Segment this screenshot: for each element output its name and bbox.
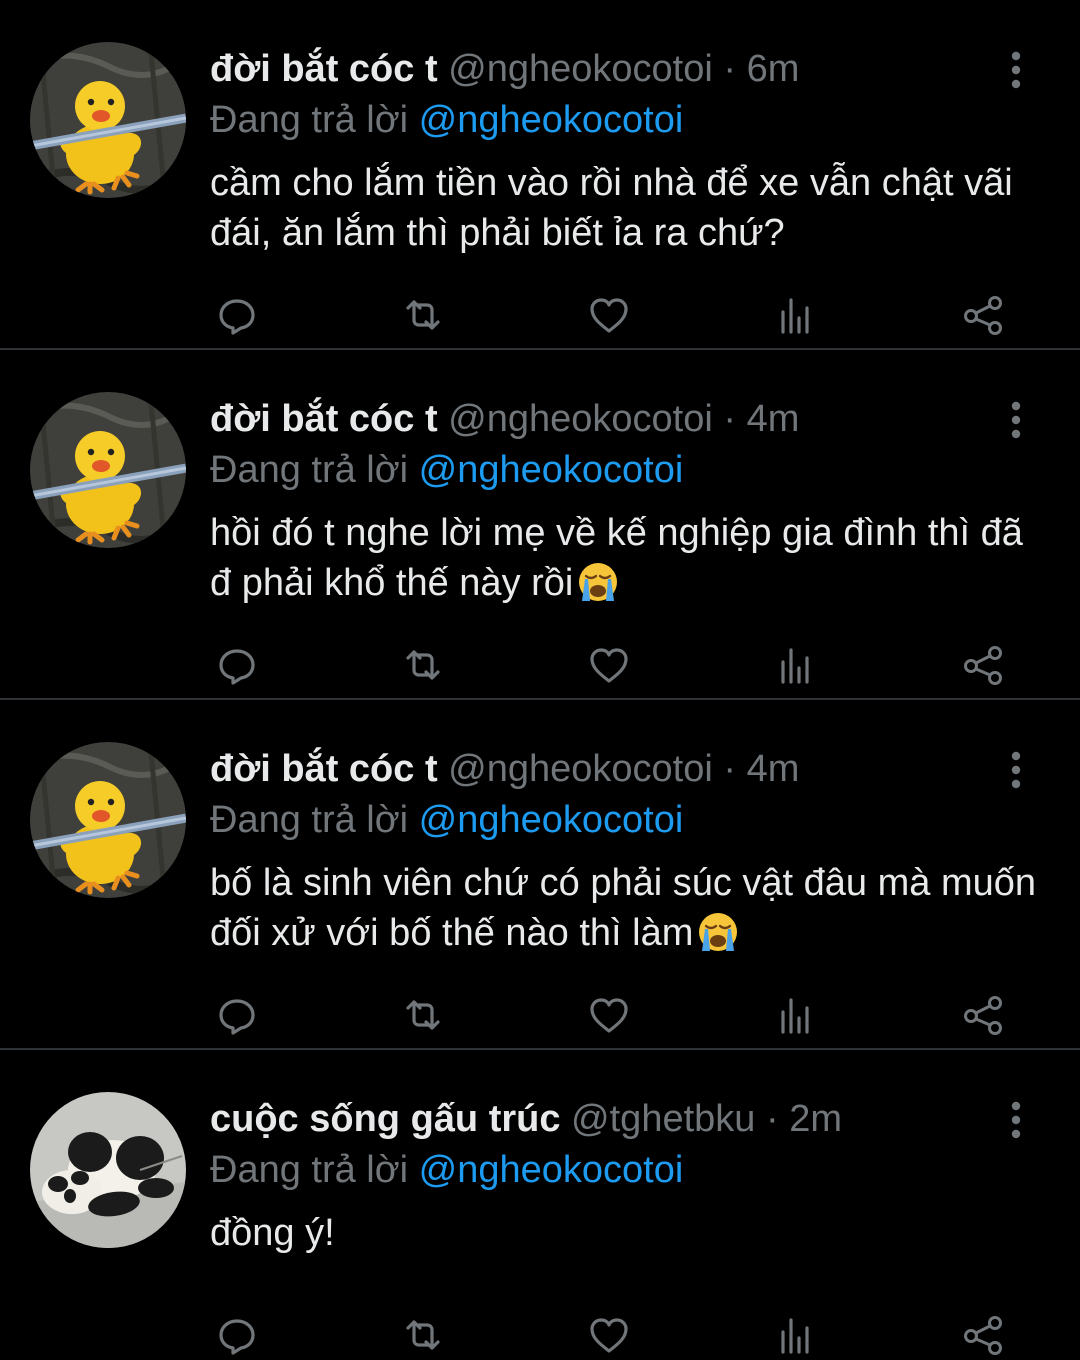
tweet-text: đồng ý! [210, 1208, 1044, 1258]
display-name[interactable]: cuộc sống gấu trúc [210, 1098, 560, 1140]
timeline: đời bắt cóc t @ngheokocotoi · 6m Đang tr… [0, 0, 1080, 1356]
tweet-header: đời bắt cóc t @ngheokocotoi · 6m [210, 44, 1044, 94]
tweet-body: cầm cho lắm tiền vào rồi nhà để xe vẫn c… [210, 162, 1013, 254]
share-icon[interactable] [958, 640, 1008, 690]
yellow-duck-avatar[interactable] [30, 42, 186, 198]
display-name[interactable]: đời bắt cóc t [210, 748, 438, 790]
tweet-text: hồi đó t nghe lời mẹ về kế nghiệp gia đì… [210, 508, 1044, 608]
separator-dot: · [765, 1098, 779, 1140]
views-icon[interactable] [770, 990, 820, 1040]
crying-face-emoji [578, 561, 619, 603]
user-handle[interactable]: @ngheokocotoi [448, 398, 713, 440]
reply-prefix: Đang trả lời [210, 99, 409, 141]
reply-mention-link[interactable]: @ngheokocotoi [419, 799, 684, 841]
views-icon[interactable] [770, 290, 820, 340]
separator-dot: · [723, 48, 737, 90]
more-options-icon[interactable] [1002, 400, 1030, 440]
reply-icon[interactable] [212, 290, 262, 340]
replying-to: Đang trả lời @ngheokocotoi [210, 94, 1044, 146]
action-bar [210, 290, 1030, 340]
like-icon[interactable] [584, 290, 634, 340]
retweet-icon[interactable] [398, 290, 448, 340]
share-icon[interactable] [958, 1310, 1008, 1360]
tweet-text: bố là sinh viên chứ có phải súc vật đâu … [210, 858, 1044, 958]
tweet-card[interactable]: đời bắt cóc t @ngheokocotoi · 6m Đang tr… [0, 0, 1080, 350]
reply-mention-link[interactable]: @ngheokocotoi [419, 99, 684, 141]
timestamp[interactable]: 2m [789, 1098, 842, 1140]
tweet-content: cuộc sống gấu trúc @tghetbku · 2m Đang t… [210, 1094, 1044, 1258]
retweet-icon[interactable] [398, 1310, 448, 1360]
like-icon[interactable] [584, 1310, 634, 1360]
retweet-icon[interactable] [398, 990, 448, 1040]
replying-to: Đang trả lời @ngheokocotoi [210, 1144, 1044, 1196]
tweet-header: đời bắt cóc t @ngheokocotoi · 4m [210, 744, 1044, 794]
display-name[interactable]: đời bắt cóc t [210, 398, 438, 440]
tweet-body: đồng ý! [210, 1212, 335, 1254]
tweet-content: đời bắt cóc t @ngheokocotoi · 4m Đang tr… [210, 744, 1044, 958]
tweet-content: đời bắt cóc t @ngheokocotoi · 6m Đang tr… [210, 44, 1044, 258]
user-handle[interactable]: @tghetbku [571, 1098, 755, 1140]
reply-mention-link[interactable]: @ngheokocotoi [419, 449, 684, 491]
separator-dot: · [723, 398, 737, 440]
views-icon[interactable] [770, 640, 820, 690]
panda-avatar[interactable] [30, 1092, 186, 1248]
tweet-text: cầm cho lắm tiền vào rồi nhà để xe vẫn c… [210, 158, 1044, 258]
reply-prefix: Đang trả lời [210, 799, 409, 841]
tweet-header: cuộc sống gấu trúc @tghetbku · 2m [210, 1094, 1044, 1144]
tweet-card[interactable]: cuộc sống gấu trúc @tghetbku · 2m Đang t… [0, 1050, 1080, 1356]
tweet-body: bố là sinh viên chứ có phải súc vật đâu … [210, 862, 1037, 954]
more-options-icon[interactable] [1002, 1100, 1030, 1140]
user-handle[interactable]: @ngheokocotoi [448, 748, 713, 790]
tweet-card[interactable]: đời bắt cóc t @ngheokocotoi · 4m Đang tr… [0, 700, 1080, 1050]
timestamp[interactable]: 4m [747, 748, 800, 790]
reply-mention-link[interactable]: @ngheokocotoi [419, 1149, 684, 1191]
reply-icon[interactable] [212, 1310, 262, 1360]
timestamp[interactable]: 6m [747, 48, 800, 90]
share-icon[interactable] [958, 290, 1008, 340]
tweet-card[interactable]: đời bắt cóc t @ngheokocotoi · 4m Đang tr… [0, 350, 1080, 700]
crying-face-emoji [698, 911, 739, 953]
replying-to: Đang trả lời @ngheokocotoi [210, 794, 1044, 846]
like-icon[interactable] [584, 640, 634, 690]
action-bar [210, 990, 1030, 1040]
action-bar [210, 1310, 1030, 1360]
reply-prefix: Đang trả lời [210, 1149, 409, 1191]
more-options-icon[interactable] [1002, 750, 1030, 790]
action-bar [210, 640, 1030, 690]
like-icon[interactable] [584, 990, 634, 1040]
reply-prefix: Đang trả lời [210, 449, 409, 491]
share-icon[interactable] [958, 990, 1008, 1040]
display-name[interactable]: đời bắt cóc t [210, 48, 438, 90]
reply-icon[interactable] [212, 990, 262, 1040]
separator-dot: · [723, 748, 737, 790]
replying-to: Đang trả lời @ngheokocotoi [210, 444, 1044, 496]
yellow-duck-avatar[interactable] [30, 742, 186, 898]
retweet-icon[interactable] [398, 640, 448, 690]
yellow-duck-avatar[interactable] [30, 392, 186, 548]
views-icon[interactable] [770, 1310, 820, 1360]
user-handle[interactable]: @ngheokocotoi [448, 48, 713, 90]
more-options-icon[interactable] [1002, 50, 1030, 90]
tweet-header: đời bắt cóc t @ngheokocotoi · 4m [210, 394, 1044, 444]
timestamp[interactable]: 4m [747, 398, 800, 440]
reply-icon[interactable] [212, 640, 262, 690]
tweet-content: đời bắt cóc t @ngheokocotoi · 4m Đang tr… [210, 394, 1044, 608]
